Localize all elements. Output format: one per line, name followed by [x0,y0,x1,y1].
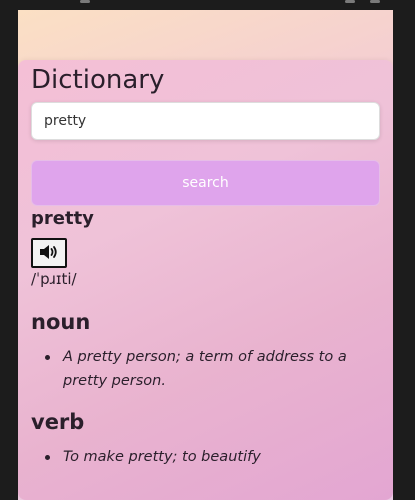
definition-item: A pretty person; a term of address to a … [31,345,376,393]
bullet [45,455,50,460]
verb-definitions-list: To make pretty; to beautify [31,445,376,469]
phonetic-text: /ˈpɹɪti/ [31,270,77,288]
dictionary-card: Dictionary search pretty /ˈpɹɪti/ noun A… [18,60,393,500]
search-input[interactable] [31,102,380,140]
definition-item: To make pretty; to beautify [31,445,376,469]
browser-top-strip [0,0,415,10]
definition-text: A pretty person; a term of address to a … [63,349,347,389]
status-dot [345,0,355,3]
definition-text: To make pretty; to beautify [63,449,261,465]
play-audio-button[interactable] [31,238,67,268]
page-title: Dictionary [31,65,165,95]
search-button[interactable]: search [31,160,380,206]
status-dot [80,0,90,3]
part-of-speech-noun: noun [31,310,91,334]
app-viewport: Dictionary search pretty /ˈpɹɪti/ noun A… [18,10,393,500]
bullet [45,355,50,360]
status-dot [370,0,380,3]
result-word: pretty [31,208,94,229]
noun-definitions-list: A pretty person; a term of address to a … [31,345,376,393]
part-of-speech-verb: verb [31,410,85,434]
speaker-icon [38,243,60,264]
